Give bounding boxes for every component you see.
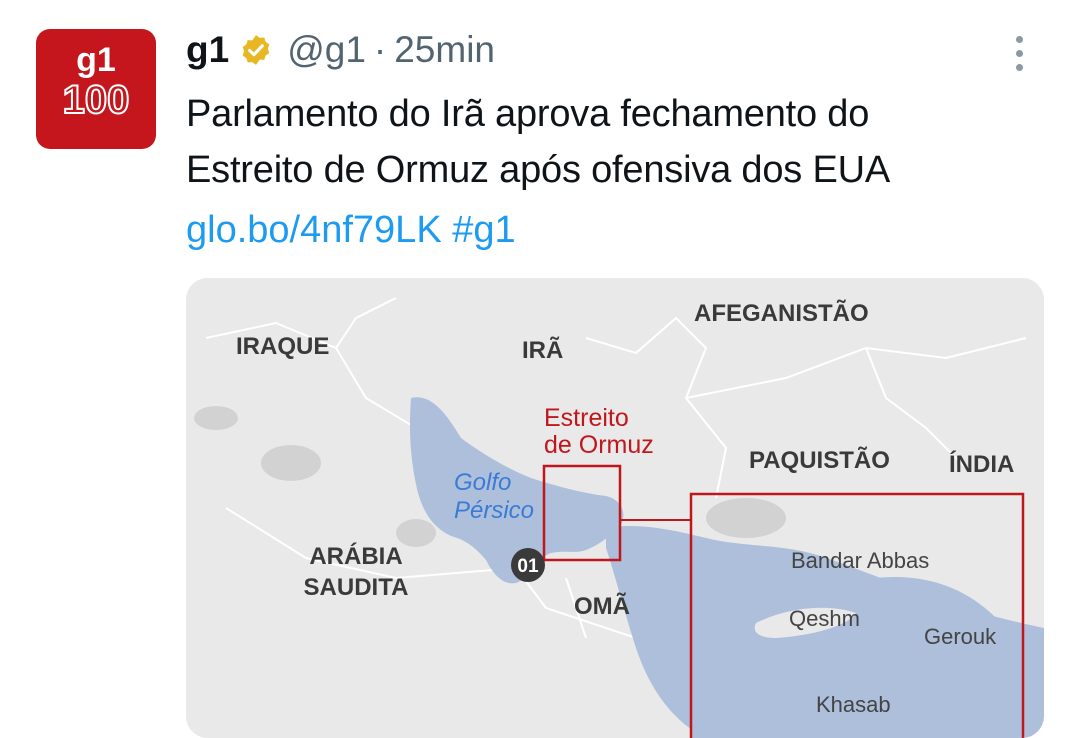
- city-qeshm: Qeshm: [789, 606, 860, 631]
- more-options-icon[interactable]: [1005, 32, 1035, 76]
- tweet-link[interactable]: glo.bo/4nf79LK: [186, 209, 442, 251]
- verified-badge-icon[interactable]: [239, 33, 273, 67]
- label-afeganistao: AFEGANISTÃO: [694, 299, 869, 327]
- city-khasab: Khasab: [816, 692, 891, 717]
- strait-label-line2: de Ormuz: [544, 431, 654, 459]
- tweet-timestamp[interactable]: 25min: [394, 29, 495, 71]
- hashtag-link[interactable]: #g1: [452, 209, 515, 251]
- tweet-text-line-1: Parlamento do Irã aprova fechamento do: [186, 93, 870, 135]
- author-handle[interactable]: @g1: [287, 29, 366, 71]
- logo-top-text: g1: [76, 41, 116, 79]
- strait-label-line1: Estreito: [544, 404, 629, 432]
- label-iraque: IRAQUE: [236, 333, 329, 360]
- tweet-text-line-2: Estreito de Ormuz após ofensiva dos EUA: [186, 149, 890, 191]
- gulf-label-line2: Pérsico: [454, 497, 534, 524]
- city-gerouk: Gerouk: [924, 624, 997, 649]
- label-arabia-line2: SAUDITA: [304, 574, 409, 601]
- label-oma: OMÃ: [574, 592, 630, 620]
- label-ira: IRÃ: [522, 336, 563, 364]
- tweet-header: g1 @g1 · 25min: [186, 26, 495, 74]
- g1-100-logo: g1 100: [62, 41, 131, 123]
- label-india: ÍNDIA: [949, 450, 1014, 478]
- author-name[interactable]: g1: [186, 29, 229, 71]
- gulf-label-line1: Golfo: [454, 469, 511, 496]
- label-arabia-line1: ARÁBIA: [309, 542, 402, 570]
- g1-avatar[interactable]: g1 100: [36, 29, 156, 149]
- separator-dot: ·: [373, 29, 387, 70]
- tweet-links: glo.bo/4nf79LK #g1: [186, 202, 516, 258]
- marker-01-label: 01: [517, 556, 539, 577]
- hormuz-map: 01 IRAQUE IRÃ AFEGANISTÃO PAQUISTÃO ÍNDI…: [186, 278, 1044, 738]
- tweet-text: Parlamento do Irã aprova fechamento do E…: [186, 86, 1066, 198]
- city-bandar-abbas: Bandar Abbas: [791, 548, 929, 573]
- logo-bottom-text: 100: [63, 78, 130, 122]
- tweet-media-map[interactable]: 01 IRAQUE IRÃ AFEGANISTÃO PAQUISTÃO ÍNDI…: [186, 278, 1044, 738]
- label-paquistao: PAQUISTÃO: [749, 446, 890, 474]
